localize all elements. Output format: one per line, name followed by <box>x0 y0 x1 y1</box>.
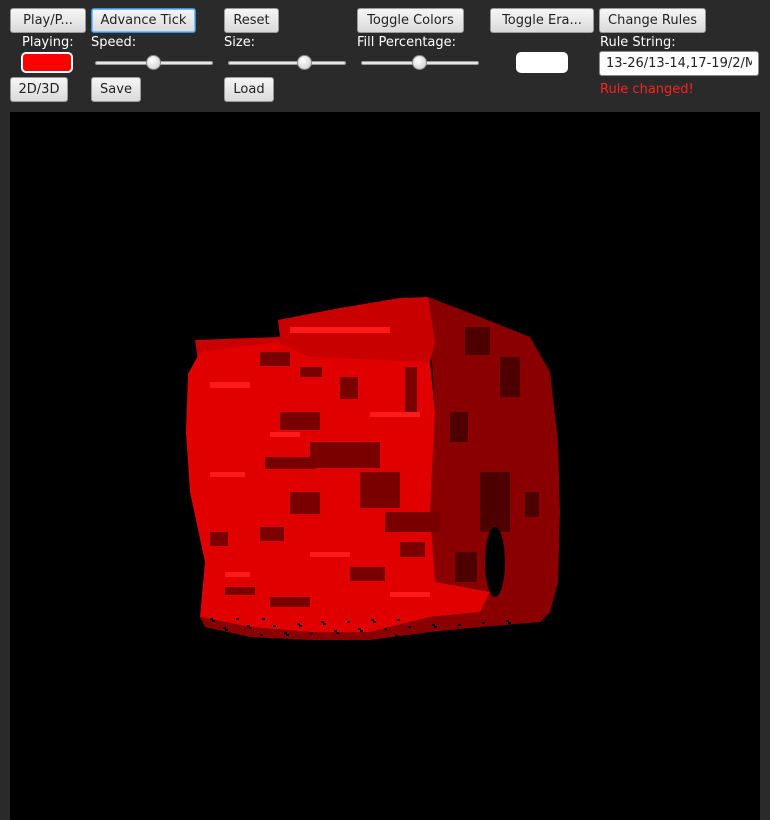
underside-dot <box>471 633 474 635</box>
underside-dot <box>360 630 363 632</box>
underside-dot <box>482 622 485 624</box>
fill-percentage-slider-thumb[interactable] <box>412 55 427 70</box>
underside-dot <box>445 633 448 635</box>
underside-dot <box>519 629 522 631</box>
underside-dot <box>286 634 289 636</box>
underside-dot <box>395 635 398 637</box>
underside-dot <box>262 618 265 620</box>
tunnel-hole <box>485 527 505 597</box>
underside-dot <box>458 624 461 626</box>
speed-slider[interactable] <box>95 55 213 71</box>
underside-dot <box>334 630 337 632</box>
size-label: Size: <box>224 35 256 50</box>
size-slider-thumb[interactable] <box>296 55 312 70</box>
underside-dot <box>310 632 313 634</box>
speed-slider-thumb[interactable] <box>146 55 161 70</box>
underside-dot <box>506 620 509 622</box>
size-slider[interactable] <box>228 55 346 71</box>
fill-percentage-label: Fill Percentage: <box>357 35 457 50</box>
load-button[interactable]: Load <box>224 77 274 102</box>
underside-dot <box>347 621 350 623</box>
speed-label: Speed: <box>91 35 137 50</box>
save-button[interactable]: Save <box>91 77 141 102</box>
toggle-eraser-button[interactable]: Toggle Era... <box>490 8 594 33</box>
underside-dot <box>284 632 287 634</box>
underside-dot <box>273 625 276 627</box>
underside-dot <box>260 634 263 636</box>
simulation-viewport[interactable] <box>10 112 760 820</box>
change-rules-button[interactable]: Change Rules <box>599 8 706 33</box>
play-pause-button[interactable]: Play/P... <box>10 8 86 33</box>
rule-string-label: Rule String: <box>600 35 676 50</box>
reset-button[interactable]: Reset <box>224 8 279 33</box>
underside-dot <box>469 631 472 633</box>
underside-dot <box>397 619 400 621</box>
playing-label: Playing: <box>22 35 74 50</box>
status-message: Rule changed! <box>600 82 694 97</box>
size-slider-track <box>228 61 346 65</box>
underside-dot <box>210 618 213 620</box>
underside-dot <box>371 619 374 621</box>
toggle-colors-button[interactable]: Toggle Colors <box>357 8 464 33</box>
underside-dot <box>223 627 226 629</box>
underside-dot <box>432 624 435 626</box>
underside-dot <box>323 623 326 625</box>
underside-dot <box>408 626 411 628</box>
underside-dot <box>508 622 511 624</box>
underside-dot <box>336 632 339 634</box>
underside-dot <box>297 623 300 625</box>
underside-dot <box>225 629 228 631</box>
voxel-cube <box>186 297 560 640</box>
voxel-cube-render <box>186 297 560 640</box>
underside-dot <box>299 625 302 627</box>
underside-dot <box>421 635 424 637</box>
underside-dot <box>384 628 387 630</box>
underside-dot <box>212 620 215 622</box>
underside-dot <box>247 625 250 627</box>
rule-string-input[interactable] <box>599 51 759 76</box>
underside-dot <box>321 621 324 623</box>
advance-tick-button[interactable]: Advance Tick <box>91 8 196 33</box>
underside-dot <box>236 618 239 620</box>
eraser-indicator <box>516 52 568 73</box>
playing-indicator <box>21 52 73 73</box>
mode-2d-3d-button[interactable]: 2D/3D <box>10 77 68 102</box>
underside-dot <box>373 621 376 623</box>
underside-dot <box>434 626 437 628</box>
fill-percentage-slider[interactable] <box>361 55 479 71</box>
underside-dot <box>358 628 361 630</box>
underside-dot <box>495 631 498 633</box>
underside-dot <box>249 627 252 629</box>
